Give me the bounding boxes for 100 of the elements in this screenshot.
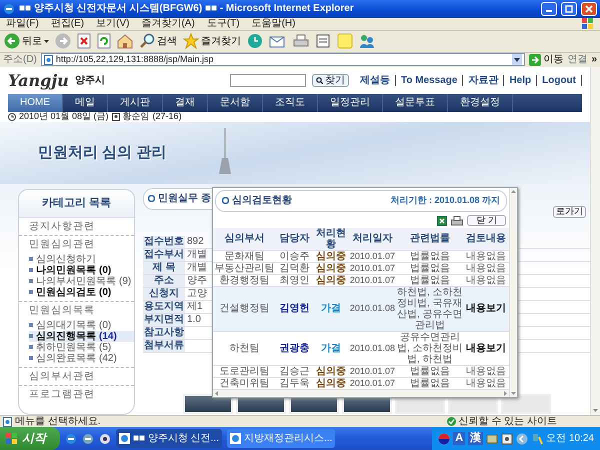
favorites-button[interactable]: 즐겨찾기	[183, 33, 241, 50]
help-icon[interactable]	[501, 432, 514, 444]
printer-icon[interactable]	[293, 33, 309, 50]
edit-icon[interactable]	[315, 33, 331, 50]
table-cell: 김승근	[276, 365, 314, 378]
menu-item[interactable]: 도움말(H)	[252, 18, 296, 30]
sidebar-item[interactable]: 나의부서민원목록 (9)	[29, 276, 134, 287]
more-chevron[interactable]: »	[591, 54, 597, 66]
header-link[interactable]: Logout	[537, 74, 582, 86]
find-button[interactable]: 찾기	[312, 74, 349, 87]
sidebar-section[interactable]: 프로그램관련	[19, 384, 134, 403]
dropdown-icon[interactable]	[512, 54, 522, 66]
city-name: 양주시	[74, 74, 105, 86]
sidebar-item[interactable]: 취하민원목록 (5)	[29, 342, 134, 353]
nav-tab[interactable]: 설문투표	[383, 94, 448, 112]
restore-button[interactable]	[561, 2, 577, 16]
chevron-left-icon[interactable]	[516, 432, 528, 444]
browser-icon[interactable]	[82, 432, 94, 444]
minimize-button[interactable]	[541, 2, 557, 16]
banner-title: 민원처리 심의 관리	[37, 142, 168, 163]
sidebar-item[interactable]: 나의민원목록 (0)	[29, 264, 134, 276]
menu-item[interactable]: 파일(F)	[6, 18, 39, 30]
address-field[interactable]: http://105,22,129,131:8888/jsp/Main.jsp	[40, 53, 526, 66]
site-logo: Yangju	[8, 72, 69, 90]
header-link[interactable]: 자료관	[463, 74, 504, 86]
language-icon[interactable]	[438, 432, 450, 444]
nav-tab[interactable]: 조직도	[263, 94, 318, 112]
header-link[interactable]: To Message	[396, 74, 464, 86]
vertical-scrollbar[interactable]	[509, 188, 517, 398]
view-link[interactable]: 내용보기	[463, 286, 509, 332]
menu-item[interactable]: 편집(E)	[50, 18, 84, 30]
field-value: 제1	[186, 300, 203, 313]
refresh-icon[interactable]	[97, 33, 111, 50]
sidebar-section[interactable]: 공지사항관련	[19, 218, 134, 235]
field-label: 참고사항	[143, 326, 185, 339]
spreadsheet-icon[interactable]	[437, 216, 448, 226]
close-button[interactable]	[581, 2, 597, 16]
field-label: 첨부서류	[143, 340, 185, 352]
field-label: 부지면적	[143, 314, 185, 326]
nav-tab[interactable]: 문서함	[208, 94, 263, 112]
search-button[interactable]: 검색	[139, 33, 177, 50]
nav-tab[interactable]: 환경설정	[448, 94, 513, 112]
column-header: 담당자	[276, 228, 314, 250]
column-header: 처리현황	[313, 228, 348, 250]
sidebar-title: 카테고리 목록	[19, 190, 134, 218]
field-label: 접수부서	[143, 248, 185, 261]
clock-icon	[8, 112, 16, 121]
sidebar-section[interactable]: 민원심의관련	[19, 234, 134, 253]
table-cell: 건설행정팀	[213, 286, 276, 332]
nav-tab[interactable]: 게시판	[108, 94, 163, 112]
photo-placeholder	[183, 394, 233, 414]
nav-tab[interactable]: 일정관리	[318, 94, 383, 112]
header-link[interactable]: 제설등	[354, 74, 396, 86]
nav-tab[interactable]: HOME	[8, 94, 63, 112]
sidebar-section[interactable]: 민원심의목록	[19, 300, 134, 319]
nav-tab[interactable]: 메일	[63, 94, 108, 112]
sidebar-item[interactable]: 심의대기목록 (0)	[29, 320, 134, 331]
clock-text: 오전 10:24	[546, 433, 594, 444]
browser-icon[interactable]	[65, 432, 77, 444]
star-icon	[183, 33, 199, 50]
back-button[interactable]: 뒤로	[4, 33, 49, 50]
table-cell: 가결	[313, 286, 348, 332]
media-icon[interactable]	[99, 432, 111, 444]
ime-key[interactable]: A	[453, 432, 466, 445]
ime-key[interactable]: 漢	[468, 432, 484, 445]
windows-flag-icon	[582, 18, 594, 30]
taskbar-button[interactable]: 지방재정관리시스...	[226, 429, 336, 448]
sidebar-item[interactable]: 민원심의검토 (0)	[29, 286, 134, 298]
field-value: 892	[186, 236, 204, 248]
taskbar-button[interactable]: ■■ 양주시청 신전...	[116, 429, 222, 448]
stop-icon[interactable]	[77, 33, 91, 50]
history-icon[interactable]	[247, 33, 263, 50]
start-button[interactable]: 시작	[0, 427, 60, 450]
sidebar-section[interactable]: 심의부서관련	[19, 366, 134, 385]
home-icon[interactable]	[117, 33, 133, 50]
sidebar-item[interactable]: 심의진행목록 (14)	[29, 330, 134, 342]
people-icon[interactable]	[359, 33, 375, 50]
menu-item[interactable]: 보기(V)	[96, 18, 130, 30]
deadline-text: 처리기한 : 2010.01.08 까지	[390, 196, 500, 206]
table-cell: 2010.01.08	[348, 331, 396, 366]
field-value: 개별	[186, 262, 207, 274]
search-icon	[139, 33, 155, 50]
page-scrollbar[interactable]	[590, 66, 600, 415]
sidebar-item[interactable]: 심의신청하기	[29, 254, 134, 265]
links-label: 연결	[567, 54, 588, 66]
horizontal-scrollbar[interactable]	[213, 389, 509, 398]
go-button[interactable]: 이동	[529, 54, 564, 66]
header-link[interactable]: Help	[504, 74, 538, 86]
table-cell: 2010.01.07	[348, 365, 396, 378]
field-label: 용도지역	[143, 300, 185, 313]
close-button[interactable]: 닫 기	[467, 215, 506, 226]
menu-item[interactable]: 도구(T)	[206, 18, 240, 30]
nav-tab[interactable]: 결재	[163, 94, 208, 112]
shortcut-button[interactable]: 로가기	[553, 206, 586, 218]
menu-item[interactable]: 즐겨찾기(A)	[141, 18, 195, 30]
printer-icon[interactable]	[451, 216, 464, 226]
sidebar-item[interactable]: 심의완료목록 (42)	[29, 352, 134, 364]
search-field[interactable]	[230, 74, 306, 87]
check-icon	[446, 417, 456, 426]
window-title: ■■ 양주시청 신전자문서 시스템(BFGW6) ■■ - Microsoft Internet Explorer	[19, 3, 355, 14]
